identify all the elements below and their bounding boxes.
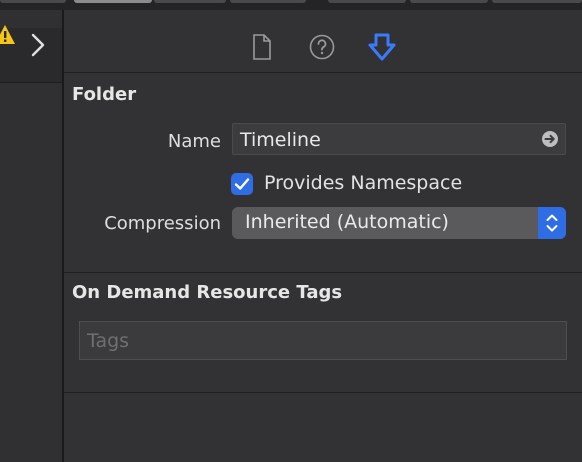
provides-namespace-label: Provides Namespace [264,172,463,194]
toolbar-segment-selected[interactable] [74,0,152,3]
name-label: Name [167,131,221,152]
toolbar-segment[interactable] [230,0,306,3]
arrow-circle-icon[interactable] [541,130,559,148]
provides-namespace-checkbox[interactable] [231,173,253,195]
inspector-tab-bar [64,10,582,73]
name-field[interactable]: Timeline [232,123,566,155]
toolbar-segment[interactable] [492,0,582,3]
popup-stepper[interactable] [538,207,566,239]
compression-value: Inherited (Automatic) [245,211,449,233]
warning-icon[interactable] [0,24,16,46]
compression-label: Compression [104,213,221,234]
help-icon[interactable] [307,32,337,62]
file-icon[interactable] [247,32,277,62]
navigator-pane [0,10,62,462]
section-separator [64,392,582,393]
odr-section-title: On Demand Resource Tags [72,282,343,303]
toolbar-segment[interactable] [154,0,226,3]
toolbar-segment[interactable] [410,0,488,3]
download-arrow-icon[interactable] [367,32,397,62]
chevron-right-icon[interactable] [30,33,46,57]
toolbar-segment[interactable] [0,0,66,3]
inspector-pane: Folder Name Timeline Provides Namespace … [64,10,582,462]
tags-field[interactable] [79,321,567,360]
xcode-window: Folder Name Timeline Provides Namespace … [0,0,582,462]
chevron-up-down-icon [546,214,558,232]
toolbar [0,0,582,10]
folder-section-title: Folder [72,84,137,105]
compression-popup[interactable]: Inherited (Automatic) [232,207,566,239]
tags-input[interactable] [80,322,566,359]
checkmark-icon [234,178,250,190]
name-value: Timeline [240,129,321,151]
section-separator [64,272,582,273]
toolbar-segment[interactable] [328,0,406,3]
